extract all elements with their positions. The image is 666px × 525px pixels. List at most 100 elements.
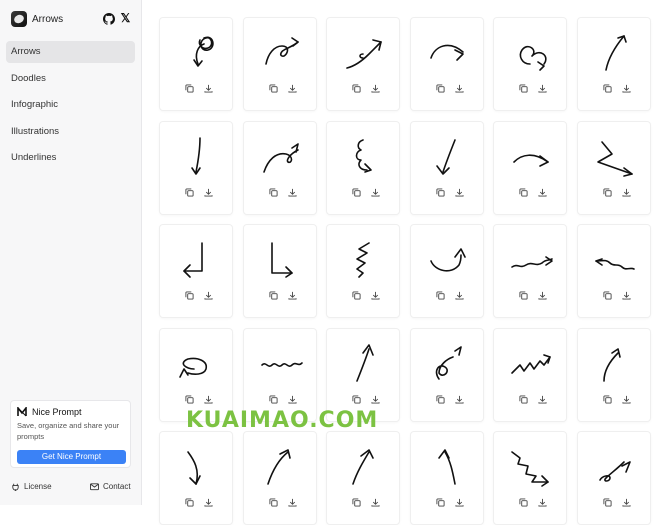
arrow-card[interactable]	[159, 120, 233, 215]
download-icon[interactable]	[204, 498, 213, 507]
download-icon[interactable]	[538, 291, 547, 300]
download-icon[interactable]	[371, 291, 380, 300]
sidebar-item-arrows[interactable]: Arrows	[6, 41, 135, 63]
copy-icon[interactable]	[603, 84, 612, 93]
download-icon[interactable]	[622, 84, 631, 93]
arrow-card[interactable]	[409, 431, 484, 525]
download-icon[interactable]	[455, 498, 464, 507]
arrow-card[interactable]	[326, 431, 401, 525]
download-icon[interactable]	[538, 395, 547, 404]
copy-icon[interactable]	[269, 188, 278, 197]
download-icon[interactable]	[455, 84, 464, 93]
arrow-card[interactable]	[577, 431, 651, 525]
download-icon[interactable]	[288, 395, 297, 404]
arrow-card[interactable]	[577, 327, 651, 422]
copy-icon[interactable]	[603, 291, 612, 300]
arrow-card[interactable]	[326, 17, 401, 111]
copy-icon[interactable]	[436, 188, 445, 197]
sidebar-item-underlines[interactable]: Underlines	[6, 147, 135, 169]
download-icon[interactable]	[204, 291, 213, 300]
sidebar-item-illustrations[interactable]: Illustrations	[6, 121, 135, 143]
copy-icon[interactable]	[603, 395, 612, 404]
download-icon[interactable]	[204, 395, 213, 404]
copy-icon[interactable]	[436, 84, 445, 93]
download-icon[interactable]	[204, 84, 213, 93]
copy-icon[interactable]	[185, 188, 194, 197]
copy-icon[interactable]	[352, 84, 361, 93]
arrow-card[interactable]	[493, 224, 568, 319]
arrow-card[interactable]	[577, 17, 651, 111]
arrow-card[interactable]	[159, 224, 233, 319]
arrow-card[interactable]	[409, 17, 484, 111]
copy-icon[interactable]	[185, 84, 194, 93]
arrow-card[interactable]	[409, 224, 484, 319]
download-icon[interactable]	[622, 395, 631, 404]
arrow-card[interactable]	[326, 224, 401, 319]
arrow-card[interactable]	[409, 327, 484, 422]
copy-icon[interactable]	[603, 188, 612, 197]
download-icon[interactable]	[371, 84, 380, 93]
copy-icon[interactable]	[519, 188, 528, 197]
arrow-card[interactable]	[493, 17, 568, 111]
arrow-card[interactable]	[159, 431, 233, 525]
download-icon[interactable]	[204, 188, 213, 197]
download-icon[interactable]	[538, 498, 547, 507]
arrow-card[interactable]	[577, 120, 651, 215]
download-icon[interactable]	[371, 395, 380, 404]
download-icon[interactable]	[288, 188, 297, 197]
download-icon[interactable]	[538, 188, 547, 197]
copy-icon[interactable]	[519, 498, 528, 507]
arrow-card[interactable]	[493, 431, 568, 525]
download-icon[interactable]	[371, 498, 380, 507]
download-icon[interactable]	[622, 291, 631, 300]
download-icon[interactable]	[622, 188, 631, 197]
github-icon[interactable]	[102, 12, 115, 25]
copy-icon[interactable]	[269, 84, 278, 93]
arrow-card[interactable]	[242, 224, 317, 319]
get-nice-prompt-button[interactable]: Get Nice Prompt	[17, 450, 126, 464]
copy-icon[interactable]	[519, 291, 528, 300]
copy-icon[interactable]	[352, 188, 361, 197]
sidebar-item-infographic[interactable]: Infographic	[6, 94, 135, 116]
arrow-card[interactable]	[493, 120, 568, 215]
arrow-card[interactable]	[242, 17, 317, 111]
copy-icon[interactable]	[269, 395, 278, 404]
copy-icon[interactable]	[185, 395, 194, 404]
download-icon[interactable]	[455, 395, 464, 404]
arrow-illustration	[191, 136, 201, 175]
copy-icon[interactable]	[269, 498, 278, 507]
contact-link[interactable]: Contact	[90, 482, 131, 491]
copy-icon[interactable]	[603, 498, 612, 507]
x-icon[interactable]: 𝕏	[119, 12, 132, 25]
arrow-card[interactable]	[326, 120, 401, 215]
arrow-card[interactable]	[577, 224, 651, 319]
license-link[interactable]: License	[11, 482, 52, 491]
download-icon[interactable]	[288, 291, 297, 300]
download-icon[interactable]	[288, 84, 297, 93]
copy-icon[interactable]	[269, 291, 278, 300]
download-icon[interactable]	[455, 188, 464, 197]
arrow-card[interactable]	[242, 120, 317, 215]
copy-icon[interactable]	[352, 291, 361, 300]
arrow-card[interactable]	[493, 327, 568, 422]
download-icon[interactable]	[371, 188, 380, 197]
copy-icon[interactable]	[352, 498, 361, 507]
brand[interactable]: Arrows	[11, 11, 63, 27]
arrow-card[interactable]	[159, 17, 233, 111]
download-icon[interactable]	[288, 498, 297, 507]
arrow-card[interactable]	[242, 431, 317, 525]
arrow-illustration	[346, 39, 382, 69]
copy-icon[interactable]	[436, 498, 445, 507]
copy-icon[interactable]	[352, 395, 361, 404]
copy-icon[interactable]	[436, 395, 445, 404]
copy-icon[interactable]	[519, 84, 528, 93]
copy-icon[interactable]	[519, 395, 528, 404]
download-icon[interactable]	[455, 291, 464, 300]
copy-icon[interactable]	[185, 498, 194, 507]
arrow-card[interactable]	[409, 120, 484, 215]
copy-icon[interactable]	[436, 291, 445, 300]
download-icon[interactable]	[538, 84, 547, 93]
sidebar-item-doodles[interactable]: Doodles	[6, 68, 135, 90]
copy-icon[interactable]	[185, 291, 194, 300]
download-icon[interactable]	[622, 498, 631, 507]
